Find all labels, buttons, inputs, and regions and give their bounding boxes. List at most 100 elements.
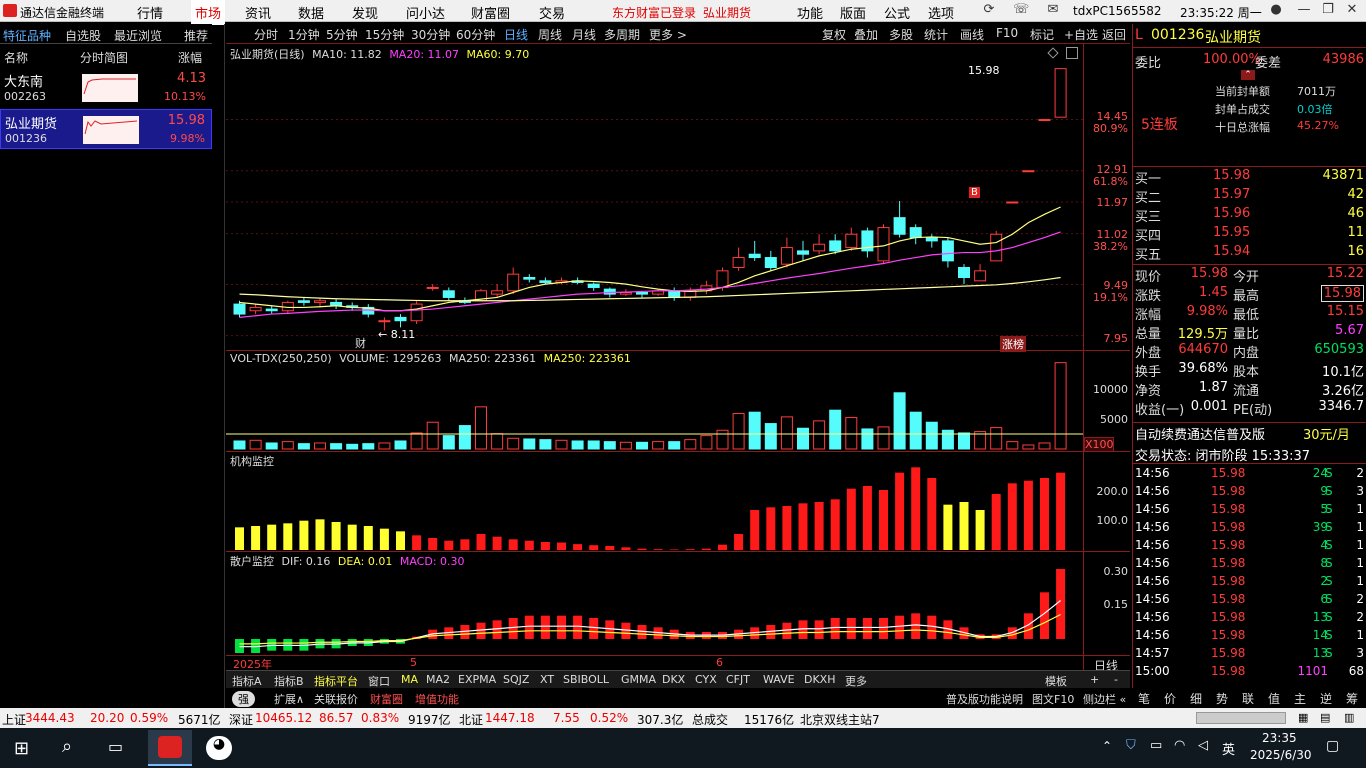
- bid-price[interactable]: 15.95: [1213, 225, 1250, 240]
- finance-marker[interactable]: 财: [355, 335, 366, 351]
- ind-tab-cyx[interactable]: CYX: [695, 673, 717, 686]
- col-name[interactable]: 名称: [4, 49, 28, 66]
- menu-quotes[interactable]: 行情: [137, 3, 163, 22]
- btn-multi-stock[interactable]: 多股: [889, 26, 913, 43]
- ind-tab-cfjt[interactable]: CFJT: [726, 673, 750, 686]
- volume-icon[interactable]: ◁: [1198, 738, 1208, 753]
- right-tab[interactable]: 细: [1190, 690, 1202, 707]
- sh-index[interactable]: 3444.43: [25, 711, 75, 725]
- ind-tab-window[interactable]: 窗口: [368, 673, 390, 689]
- related-quotes[interactable]: 关联报价: [314, 691, 358, 707]
- ind-tab-wave[interactable]: WAVE: [763, 673, 795, 686]
- menu-function[interactable]: 功能: [797, 3, 823, 22]
- menu-news[interactable]: 资讯: [245, 3, 271, 22]
- btn-back[interactable]: 返回: [1102, 26, 1126, 43]
- ind-tab-dkxh[interactable]: DKXH: [804, 673, 836, 686]
- toolbar-icon-c[interactable]: ▥: [1344, 711, 1354, 724]
- ind-tab-platform[interactable]: 指标平台: [314, 673, 358, 689]
- ind-tab-ma2[interactable]: MA2: [426, 673, 450, 686]
- btn-draw[interactable]: 画线: [960, 26, 984, 43]
- tab-recommend[interactable]: 推荐: [184, 27, 208, 44]
- right-tab[interactable]: 逆: [1320, 690, 1332, 707]
- server-name[interactable]: 北京双线主站7: [800, 711, 880, 728]
- buy-marker[interactable]: B: [969, 187, 980, 198]
- menu-discover[interactable]: 发现: [352, 3, 378, 22]
- strong-toggle[interactable]: 强: [232, 691, 255, 707]
- shield-icon[interactable]: ⛉: [1126, 738, 1136, 753]
- tdx-app-icon[interactable]: [148, 730, 192, 766]
- ind-tab-gmma[interactable]: GMMA: [621, 673, 656, 686]
- period-1min[interactable]: 1分钟: [288, 26, 320, 43]
- period-5min[interactable]: 5分钟: [326, 26, 358, 43]
- btn-restore-rights[interactable]: 复权: [822, 26, 846, 43]
- value-added[interactable]: 增值功能: [415, 691, 459, 707]
- bid-price[interactable]: 15.94: [1213, 244, 1250, 259]
- limit-up-badge[interactable]: 涨榜: [1000, 336, 1026, 352]
- refresh-icon[interactable]: ⟳: [981, 2, 997, 18]
- right-tab[interactable]: 主: [1294, 690, 1306, 707]
- period-monthly[interactable]: 月线: [572, 26, 596, 43]
- bid-price[interactable]: 15.98: [1213, 168, 1250, 183]
- ind-tab-dkx[interactable]: DKX: [662, 673, 685, 686]
- tab-featured[interactable]: 特征品种: [3, 27, 51, 44]
- search-icon[interactable]: ⌕: [62, 736, 72, 757]
- qq-app-icon[interactable]: ◕: [206, 736, 232, 760]
- ind-template[interactable]: 模板: [1045, 673, 1067, 689]
- ind-tab-ma[interactable]: MA: [401, 673, 418, 686]
- ad-text[interactable]: 自动续费通达信普及版: [1135, 424, 1265, 443]
- tray-expand-icon[interactable]: ⌃: [1102, 739, 1112, 753]
- ind-add[interactable]: +: [1090, 673, 1099, 686]
- btn-mark[interactable]: 标记: [1030, 26, 1054, 43]
- period-weekly[interactable]: 周线: [538, 26, 562, 43]
- menu-layout[interactable]: 版面: [840, 3, 866, 22]
- toolbar-icon-b[interactable]: ▤: [1320, 711, 1330, 724]
- notification-icon[interactable]: ▢: [1326, 738, 1339, 754]
- ind-tab-sbiboll[interactable]: SBIBOLL: [563, 673, 609, 686]
- btn-add-watch[interactable]: +自选: [1064, 26, 1098, 43]
- right-tab[interactable]: 价: [1164, 690, 1176, 707]
- menu-data[interactable]: 数据: [298, 3, 324, 22]
- period-daily[interactable]: 日线: [504, 26, 528, 43]
- ind-tab-expma[interactable]: EXPMA: [458, 673, 496, 686]
- windows-start-icon[interactable]: ⊞: [14, 738, 29, 759]
- login-status[interactable]: 东方财富已登录: [612, 4, 696, 21]
- vol-indicator[interactable]: VOL-TDX(250,250): [230, 352, 332, 365]
- right-tab[interactable]: 势: [1216, 690, 1228, 707]
- f10-link[interactable]: 图文F10: [1032, 691, 1074, 707]
- btn-f10[interactable]: F10: [996, 26, 1018, 40]
- network-icon[interactable]: ▭: [1150, 738, 1162, 753]
- stock-row-2[interactable]: 弘业期货 001236 15.98 9.98%: [0, 109, 212, 149]
- period-60min[interactable]: 60分钟: [456, 26, 495, 43]
- institution-title[interactable]: 机构监控: [230, 453, 274, 469]
- menu-options[interactable]: 选项: [928, 3, 954, 22]
- ind-tab-more[interactable]: 更多: [845, 673, 867, 689]
- period-more[interactable]: 更多 >: [649, 26, 687, 43]
- toolbar-icon-a[interactable]: ▦: [1298, 711, 1308, 724]
- tab-recent[interactable]: 最近浏览: [114, 27, 162, 44]
- bid-price[interactable]: 15.97: [1213, 187, 1250, 202]
- help-icon[interactable]: ●: [1268, 2, 1284, 18]
- period-multi[interactable]: 多周期: [604, 26, 640, 43]
- ind-tab-a[interactable]: 指标A: [232, 673, 262, 689]
- sz-index[interactable]: 10465.12: [255, 711, 312, 725]
- tab-watchlist[interactable]: 自选股: [65, 27, 101, 44]
- menu-trade[interactable]: 交易: [539, 3, 565, 22]
- ind-tab-xt[interactable]: XT: [540, 673, 554, 686]
- edition-desc[interactable]: 普及版功能说明: [946, 691, 1023, 707]
- task-view-icon[interactable]: ▭: [108, 737, 123, 756]
- period-30min[interactable]: 30分钟: [411, 26, 450, 43]
- right-tab[interactable]: 筹: [1346, 690, 1358, 707]
- mail-icon[interactable]: ✉: [1045, 2, 1061, 18]
- period-timeshare[interactable]: 分时: [254, 26, 278, 43]
- ind-remove[interactable]: -: [1114, 673, 1118, 686]
- minimize-icon[interactable]: —: [1296, 2, 1312, 18]
- taskbar-time[interactable]: 23:35: [1262, 731, 1297, 745]
- menu-market[interactable]: 市场: [191, 0, 226, 25]
- btn-overlay[interactable]: 叠加: [854, 26, 878, 43]
- col-chart[interactable]: 分时简图: [80, 49, 128, 66]
- login-stock[interactable]: 弘业期货: [703, 4, 751, 21]
- menu-formula[interactable]: 公式: [884, 3, 910, 22]
- right-tab[interactable]: 笔: [1138, 690, 1150, 707]
- ad-price[interactable]: 30元/月: [1303, 424, 1350, 443]
- ind-tab-b[interactable]: 指标B: [274, 673, 304, 689]
